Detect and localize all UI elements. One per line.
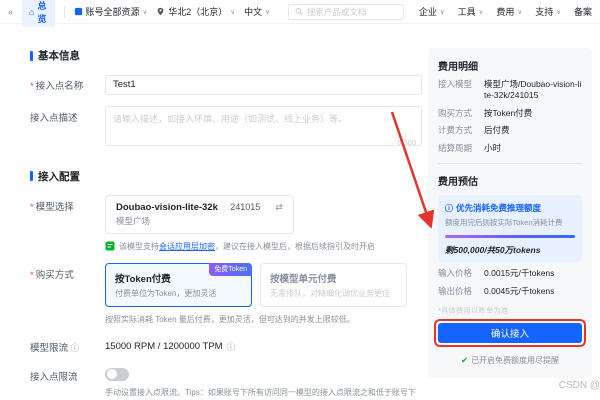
search-input[interactable] xyxy=(306,6,397,17)
section-bar xyxy=(30,171,33,181)
menu-icp[interactable]: 备案 xyxy=(574,5,592,18)
model-name: Doubao-vision-lite-32k xyxy=(116,201,218,213)
quota-progress-bar xyxy=(445,235,575,239)
card-subtitle: 无需排队，对精细化调优业务更佳 xyxy=(270,288,390,298)
info-icon[interactable]: ⓘ xyxy=(71,343,80,353)
menu-tools[interactable]: 工具 ∨ xyxy=(458,5,484,18)
section-bar xyxy=(30,50,33,61)
chevron-down-icon: ∨ xyxy=(142,8,148,16)
chevron-down-icon: ∨ xyxy=(439,8,445,16)
model-ratelimit-value: 15000 RPM / 1200000 TPM ⓘ xyxy=(105,341,236,353)
free-quota-line1: 优先消耗免费推理额度 xyxy=(456,203,542,214)
chevron-down-icon: ∨ xyxy=(478,8,484,16)
region-selector[interactable]: 华北2（北京） ∨ xyxy=(156,5,235,18)
fee-detail-title: 费用明细 xyxy=(438,62,478,73)
desc-label: 接入点描述 xyxy=(30,112,78,124)
model-ratelimit-row: 模型限流 ⓘ 15000 RPM / 1200000 TPM ⓘ xyxy=(30,336,422,354)
chevron-down-icon: ∨ xyxy=(556,8,561,16)
quota-remaining: 剩500,000/共50万tokens xyxy=(445,245,541,256)
confirm-access-button[interactable]: 确认接入 xyxy=(438,323,582,344)
detail-row-model: 接入模型 模型广场/Doubao-vision-lite-32k/241015 xyxy=(438,79,582,101)
fee-summary-panel: 费用明细 接入模型 模型广场/Doubao-vision-lite-32k/24… xyxy=(428,48,592,379)
info-icon[interactable]: ⓘ xyxy=(227,341,236,353)
free-token-badge: 免费Token xyxy=(209,262,252,276)
chevron-down-icon: ∨ xyxy=(230,8,236,16)
selected-model-card[interactable]: Doubao-vision-lite-32k | 241015 ⇄ 模型广场 xyxy=(105,194,294,234)
switch-model-icon[interactable]: ⇄ xyxy=(275,202,283,213)
char-counter: 0/300 xyxy=(397,137,416,147)
detail-row-billing: 计费方式 后付费 xyxy=(438,125,510,136)
name-label: * 接入点名称 xyxy=(30,81,84,92)
model-version: 241015 xyxy=(230,202,261,212)
free-quota-line2: 额度用完后则按实际Token消耗计费 xyxy=(445,218,563,228)
resource-selector-label: 账号全部资源 xyxy=(85,7,140,17)
language-selector-label: 中文 xyxy=(244,7,263,17)
required-mark: * xyxy=(30,81,34,92)
purchase-cards: 免费Token 按Token付费 付费单位为Token，更加灵活 按模型单元付费… xyxy=(105,262,422,307)
model-select-row: * 模型选择 Doubao-vision-lite-32k | 241015 ⇄ … xyxy=(30,194,422,252)
secure-doc-icon xyxy=(105,241,115,251)
card-title: 按模型单元付费 xyxy=(270,273,337,285)
home-icon: ⌂ xyxy=(29,6,35,17)
endpoint-ratelimit-toggle[interactable] xyxy=(105,367,129,381)
encryption-link[interactable]: 会话应用层加密 xyxy=(159,242,215,251)
card-subtitle: 付费单位为Token，更加灵活 xyxy=(115,288,217,298)
section-access-config: 接入配置 xyxy=(30,169,422,184)
menu-support[interactable]: 支持 ∨ xyxy=(535,5,561,18)
endpoint-desc-textarea[interactable] xyxy=(105,105,422,146)
endpoint-name-input[interactable] xyxy=(105,74,422,95)
fee-estimate-title: 费用预估 xyxy=(438,177,478,189)
note-text: 该模型支持会话应用层加密，建议在接入模型后，根据后续指引及时开启 xyxy=(119,241,375,251)
sidebar-collapse-icon[interactable]: « xyxy=(8,7,13,17)
model-ratelimit-label: 模型限流 ⓘ xyxy=(30,342,80,354)
detail-row-purchase: 购买方式 按Token付费 xyxy=(438,107,533,118)
desc-row: 接入点描述 0/300 xyxy=(30,105,422,151)
chevron-down-icon: ∨ xyxy=(265,8,270,16)
region-selector-label: 华北2（北京） xyxy=(168,7,228,17)
fee-note: *具体费用以账单为准 xyxy=(438,306,509,316)
model-source: 模型广场 xyxy=(116,215,151,226)
required-mark: * xyxy=(30,269,34,281)
required-mark: * xyxy=(30,201,34,213)
endpoint-ratelimit-label: 接入点限流 xyxy=(30,371,78,383)
purchase-row: * 购买方式 免费Token 按Token付费 付费单位为Token，更加灵活 按… xyxy=(30,262,422,325)
model-encryption-note: 该模型支持会话应用层加密，建议在接入模型后，根据后续指引及时开启 xyxy=(105,241,422,252)
console-page: « ⌂ 总览 账号全部资源 ∨ 华北2（北京） ∨ 中文 ∨ 企业∨ 工具∨ 费… xyxy=(0,0,600,400)
tab-overview-label: 总览 xyxy=(37,0,47,24)
resource-selector[interactable]: 账号全部资源 ∨ xyxy=(74,5,148,18)
endpoint-create-form: 基本信息 *接入点名称 接入点描述 0/300 接入配置 *模型选择 Douba… xyxy=(30,48,422,400)
pay-per-token-card[interactable]: 免费Token 按Token付费 付费单位为Token，更加灵活 xyxy=(105,262,252,307)
annotation-highlight-box: 确认接入 xyxy=(434,319,586,348)
menu-enterprise[interactable]: 企业 ∨ xyxy=(419,5,445,18)
global-search-box[interactable] xyxy=(287,3,404,20)
endpoint-ratelimit-row: 接入点限流 手动设置接入点限流。Tips：如果账号下所有访问同一模型的接入点限流… xyxy=(30,365,422,400)
location-pin-icon xyxy=(157,7,164,16)
monitor-note: ✔ 已开启免费额度用尽提醒 xyxy=(460,355,560,366)
name-row: * 接入点名称 xyxy=(30,74,422,95)
detail-row-cycle: 结算周期 小时 xyxy=(438,142,502,153)
check-circle-icon: ✔ xyxy=(460,355,469,366)
resource-cube-icon xyxy=(74,7,82,16)
chevron-down-icon: ∨ xyxy=(517,8,523,16)
output-price-row: 输出价格 0.0045元/千tokens xyxy=(438,285,555,296)
section-basic-info: 基本信息 xyxy=(30,48,422,63)
divider xyxy=(438,163,582,165)
topbar: « ⌂ 总览 账号全部资源 ∨ 华北2（北京） ∨ 中文 ∨ 企业∨ 工具∨ 费… xyxy=(0,0,600,27)
csdn-watermark: CSDN @ xyxy=(558,380,600,391)
search-icon xyxy=(295,8,303,16)
language-selector[interactable]: 中文 ∨ xyxy=(244,5,270,18)
pay-per-unit-card[interactable]: 按模型单元付费 无需排队，对精细化调优业务更佳 xyxy=(260,262,407,307)
menu-billing[interactable]: 费用 ∨ xyxy=(496,5,522,18)
divider xyxy=(63,5,65,18)
purchase-label: * 购买方式 xyxy=(30,269,74,281)
input-price-row: 输入价格 0.0015元/千tokens xyxy=(438,268,555,279)
topbar-menus: 企业 ∨ 工具 ∨ 费用 ∨ 支持 ∨ 备案 xyxy=(419,5,592,18)
model-select-label: * 模型选择 xyxy=(30,201,74,213)
endpoint-ratelimit-tip: 手动设置接入点限流。Tips：如果账号下所有访问同一模型的接入点限流之和低于账号… xyxy=(105,387,416,400)
tab-overview[interactable]: ⌂ 总览 xyxy=(22,0,55,27)
free-quota-box: ⓘ 优先消耗免费推理额度 额度用完后则按实际Token消耗计费 剩500,000… xyxy=(438,195,582,263)
divider: | xyxy=(222,202,226,212)
info-icon: ⓘ xyxy=(445,203,453,213)
purchase-note: 按照实际消耗 Token 量后付费，更加灵活，但可达到的并发上限较低。 xyxy=(105,314,355,324)
